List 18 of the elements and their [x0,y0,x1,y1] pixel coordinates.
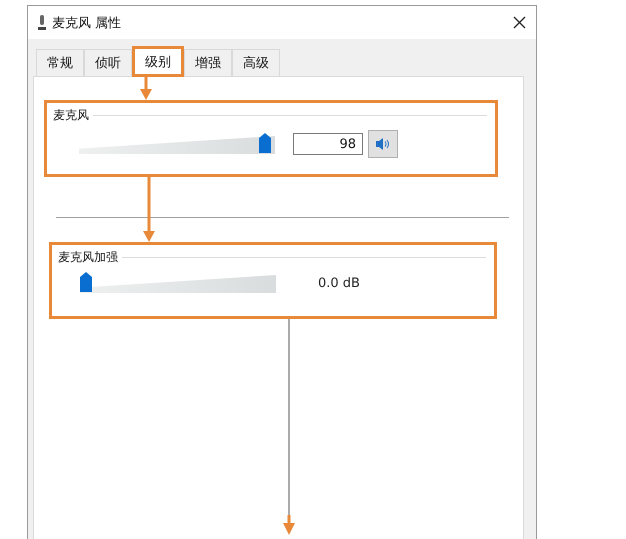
level-field[interactable]: 98 [293,133,363,155]
slider[interactable] [79,133,275,155]
microphone-icon [38,14,46,30]
slider-thumb[interactable] [80,272,92,292]
window-title: 麦克风 属性 [52,14,122,32]
tab[interactable]: 侦听 [84,49,132,76]
tab[interactable]: 增强 [184,49,232,76]
close-icon[interactable] [513,16,526,29]
tab[interactable]: 常规 [36,49,84,76]
slider[interactable] [80,272,276,294]
group-title: 麦克风加强 [58,249,118,266]
slider-thumb[interactable] [259,133,272,153]
speaker-button[interactable] [368,130,398,158]
group-title: 麦克风 [53,107,89,124]
boost-reading: 0.0 dB [318,276,360,290]
tab[interactable]: 级别 [132,46,184,77]
speaker-icon [375,137,391,151]
tab[interactable]: 高级 [232,49,280,76]
